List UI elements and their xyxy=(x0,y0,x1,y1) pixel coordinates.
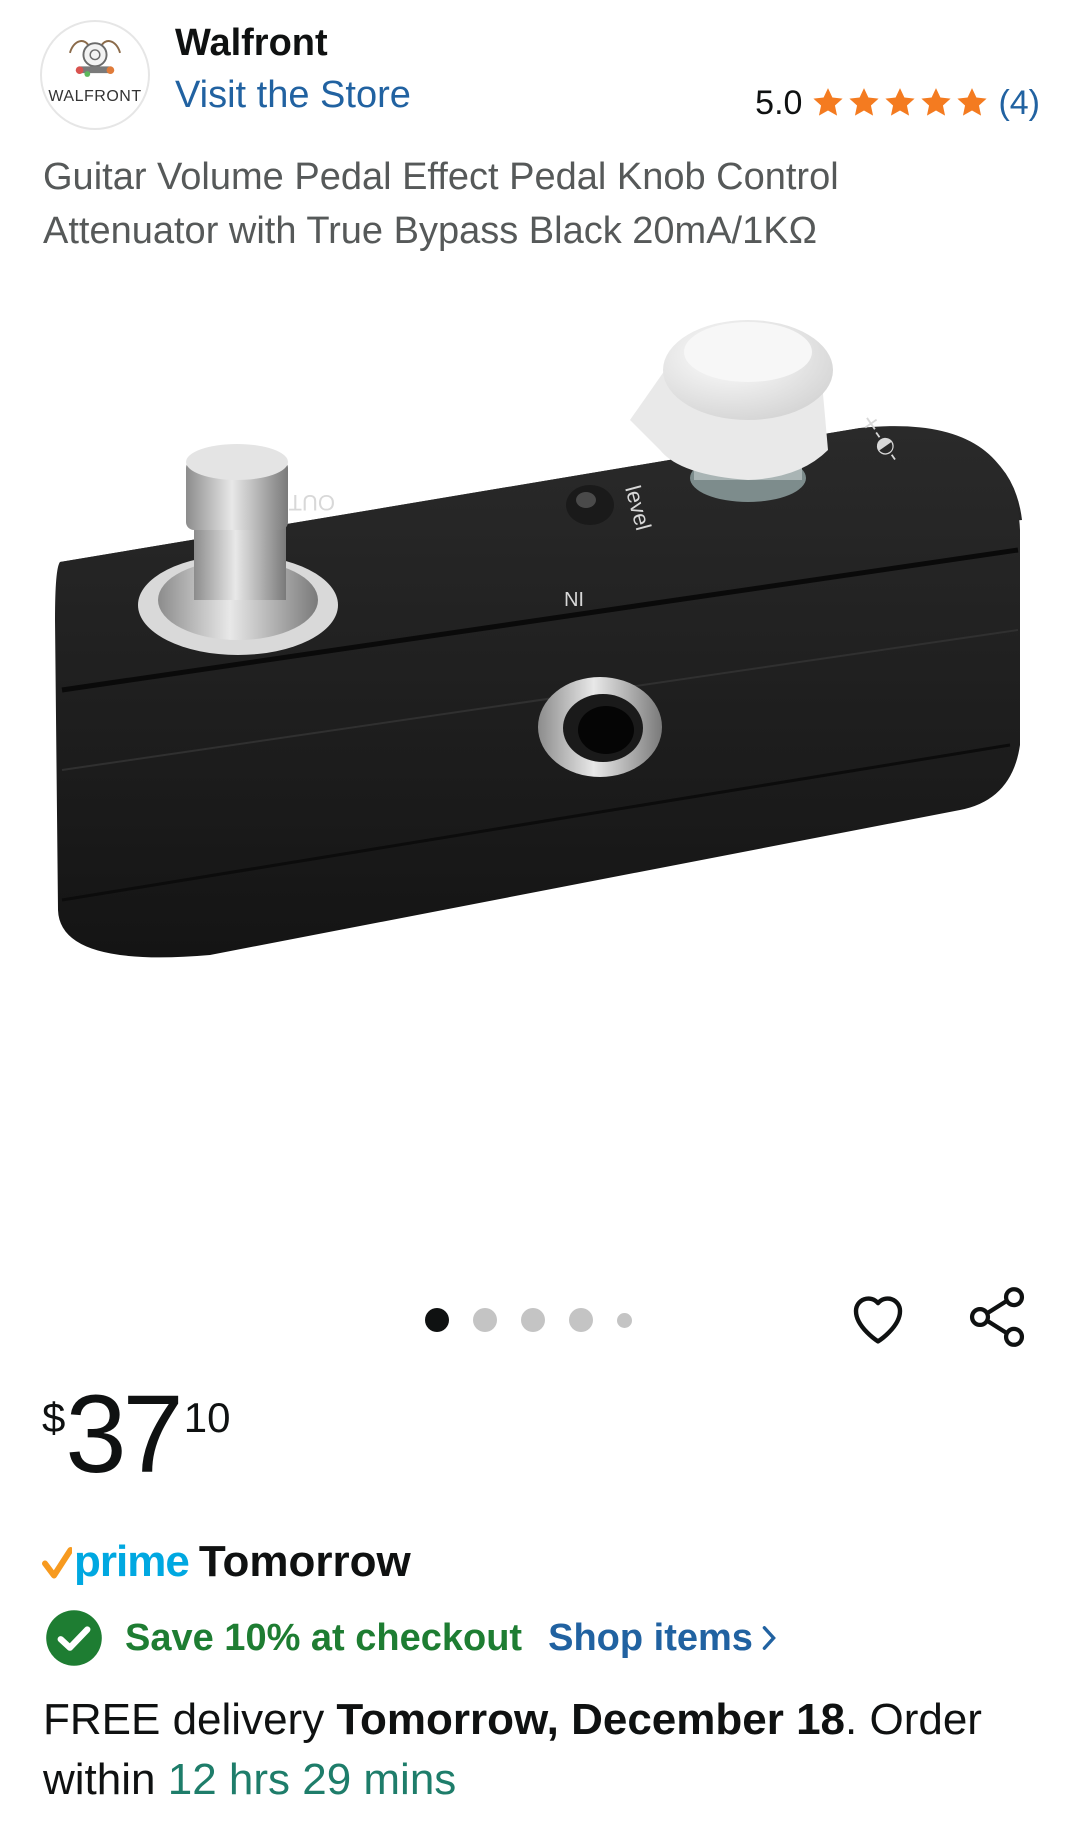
star-icon xyxy=(813,88,844,116)
price: $ 37 10 xyxy=(42,1380,230,1490)
prime-delivery: prime Tomorrow xyxy=(42,1532,411,1592)
logo-text: WALFRONT xyxy=(48,88,142,105)
prime-delivery-day: Tomorrow xyxy=(198,1537,411,1586)
rating-summary[interactable]: 5.0 (4) xyxy=(755,80,1040,126)
promo-text: Save 10% at checkout xyxy=(125,1616,523,1659)
in-label: IN xyxy=(564,587,584,609)
check-circle-icon xyxy=(46,1610,102,1666)
star-icon xyxy=(921,88,952,116)
delivery-countdown: 12 hrs 29 mins xyxy=(167,1755,457,1804)
carousel-dot[interactable] xyxy=(617,1312,632,1328)
carousel-dot[interactable] xyxy=(521,1308,545,1332)
visit-store-link[interactable]: Visit the Store xyxy=(175,74,411,117)
rating-value: 5.0 xyxy=(755,83,803,122)
star-icon xyxy=(957,88,988,116)
product-image[interactable]: OUT IN level +-◐- xyxy=(0,300,1080,1290)
star-rating xyxy=(810,86,990,120)
star-icon xyxy=(885,88,916,116)
pedal-illustration: OUT IN level +-◐- xyxy=(55,320,1022,958)
delivery-date: Tomorrow, December 18 xyxy=(336,1695,846,1744)
star-icon xyxy=(849,88,880,116)
product-title: Guitar Volume Pedal Effect Pedal Knob Co… xyxy=(43,156,839,252)
out-label: OUT xyxy=(289,490,335,515)
carousel-indicators xyxy=(425,1308,632,1332)
store-header: WALFRONT Walfront Visit the Store 5.0 (4… xyxy=(0,0,1080,140)
price-currency: $ xyxy=(42,1394,66,1441)
delivery-prefix: FREE delivery xyxy=(43,1695,337,1744)
prime-logo: prime xyxy=(74,1537,190,1586)
brand-name: Walfront xyxy=(175,22,328,64)
review-count[interactable]: (4) xyxy=(998,84,1040,123)
carousel-dot[interactable] xyxy=(569,1308,593,1332)
shop-items-link[interactable]: Shop items xyxy=(548,1617,777,1660)
store-logo[interactable]: WALFRONT xyxy=(40,20,150,130)
shop-items-label: Shop items xyxy=(548,1616,753,1659)
carousel-dot[interactable] xyxy=(425,1308,449,1332)
share-icon[interactable] xyxy=(963,1283,1031,1351)
prime-check-icon xyxy=(42,1547,72,1579)
price-whole: 37 xyxy=(65,1373,183,1496)
logo-emblem-icon xyxy=(42,22,148,128)
chevron-right-icon xyxy=(762,1626,776,1650)
delivery-info: FREE delivery Tomorrow, December 18. Ord… xyxy=(43,1690,1043,1810)
carousel-dot[interactable] xyxy=(473,1308,497,1332)
promo-row: Save 10% at checkout Shop items xyxy=(45,1608,777,1668)
heart-icon[interactable] xyxy=(845,1285,911,1351)
price-fraction: 10 xyxy=(183,1394,231,1441)
